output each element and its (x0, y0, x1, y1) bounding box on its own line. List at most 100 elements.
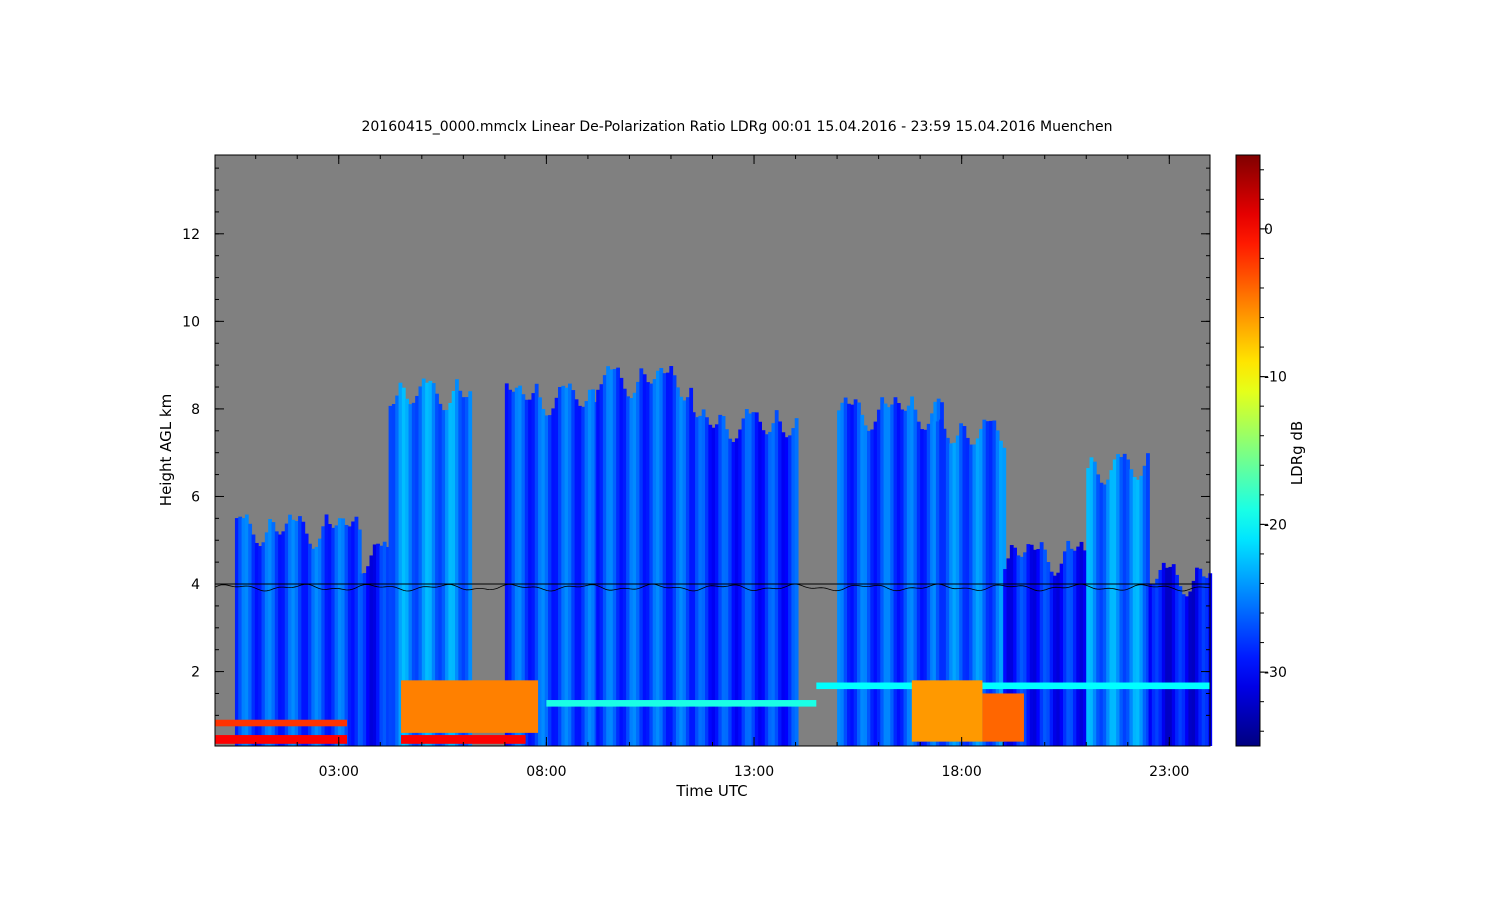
cloud-cell (880, 397, 885, 746)
cloud-cell (860, 414, 865, 746)
cloud-cell (721, 416, 726, 746)
cloud-cell (711, 427, 716, 746)
cloud-cell (1043, 549, 1047, 746)
cloud-cell (741, 418, 746, 746)
cloud-cell (1086, 468, 1091, 746)
ldr-figure: 03:00 08:00 13:00 18:00 23:00 2 4 6 8 10 12 0 -10 -2… (157, 119, 1306, 800)
cloud-cell (395, 395, 400, 746)
cloud-cell (626, 396, 630, 746)
cloud-cell (278, 534, 282, 746)
cloud-cell (298, 516, 302, 746)
cloud-cell (840, 402, 845, 746)
cloud-cell (1181, 594, 1186, 746)
cloud-cell (366, 566, 370, 746)
cloud-cell (1119, 456, 1124, 746)
cloud-cell (344, 524, 349, 746)
cloud-cell (665, 372, 670, 746)
cloud-region (1086, 453, 1150, 746)
cloud-cell (1072, 550, 1077, 746)
cloud-cell (870, 429, 875, 746)
cloud-cell (649, 383, 654, 746)
cloud-cell (334, 525, 339, 746)
cloud-cell (1053, 575, 1057, 746)
x-tick-label: 08:00 (526, 764, 566, 780)
cloud-cell (900, 409, 905, 746)
cloud-cell (903, 410, 908, 746)
cloud-cell (288, 514, 292, 746)
y-tick-label: 6 (191, 489, 200, 505)
cloud-cell (1201, 576, 1206, 746)
cloud-cell (794, 418, 799, 746)
cloud-cell (304, 533, 309, 746)
colorbar-tick-label: 0 (1264, 222, 1273, 238)
cloud-cell (774, 410, 779, 746)
cloud-cell (751, 412, 756, 746)
cloud-cell (564, 387, 569, 746)
cloud-cell (764, 434, 769, 746)
cloud-cell (639, 368, 644, 746)
cloud-cell (1026, 544, 1031, 746)
cloud-cell (748, 413, 753, 746)
cloud-cell (886, 407, 891, 746)
x-tick-label: 18:00 (941, 764, 981, 780)
cloud-cell (612, 368, 617, 746)
y-tick-label: 2 (191, 665, 200, 681)
cloud-cell (1082, 550, 1087, 746)
cloud-cell (1079, 541, 1084, 746)
low-level-feature (546, 700, 817, 707)
cloud-cell (351, 521, 356, 746)
cloud-cell (558, 386, 562, 746)
colorbar-tick-label: -30 (1264, 665, 1287, 681)
cloud-cell (538, 397, 542, 746)
cloud-cell (1096, 474, 1101, 746)
cloud-cell (241, 518, 246, 746)
cloud-cell (1106, 479, 1111, 746)
cloud-cell (695, 417, 699, 746)
cloud-cell (548, 415, 552, 746)
cloud-cell (1148, 583, 1153, 746)
cloud-region (596, 366, 694, 746)
cloud-cell (1188, 591, 1193, 746)
cloud-cell (308, 543, 312, 746)
cloud-cell (584, 401, 589, 746)
cloud-cell (324, 514, 329, 746)
cloud-cell (1126, 459, 1130, 746)
cloud-cell (754, 412, 759, 746)
cloud-cell (622, 388, 627, 746)
cloud-cell (1165, 567, 1169, 746)
cloud-cell (359, 573, 364, 746)
colorbar-tick-label: -20 (1264, 517, 1287, 533)
cloud-cell (264, 532, 269, 746)
cloud-cell (1029, 544, 1034, 746)
cloud-cell (391, 403, 396, 746)
cloud-cell (896, 403, 901, 746)
cloud-cell (294, 521, 299, 746)
cloud-cell (659, 367, 664, 746)
cloud-cell (781, 432, 786, 746)
cloud-cell (1092, 461, 1097, 746)
cloud-cell (714, 424, 719, 746)
low-level-feature (215, 719, 348, 727)
cloud-cell (238, 516, 243, 746)
cloud-cell (876, 409, 881, 746)
cloud-cell (244, 514, 249, 746)
cloud-cell (718, 414, 723, 746)
cloud-cell (652, 379, 657, 746)
cloud-cell (388, 405, 393, 746)
cloud-cell (698, 415, 703, 746)
cloud-cell (1069, 548, 1074, 746)
cloud-cell (376, 543, 380, 746)
cloud-region (691, 409, 799, 746)
cloud-cell (609, 369, 614, 746)
low-level-feature (911, 680, 983, 742)
cloud-cell (1089, 457, 1094, 746)
cloud-cell (682, 400, 687, 746)
cloud-cell (1116, 454, 1120, 746)
cloud-cell (382, 541, 387, 746)
cloud-cell (791, 428, 796, 746)
cloud-cell (619, 377, 624, 746)
cloud-cell (379, 545, 384, 746)
cloud-cell (843, 397, 848, 746)
cloud-cell (311, 548, 316, 746)
cloud-cell (734, 438, 739, 746)
